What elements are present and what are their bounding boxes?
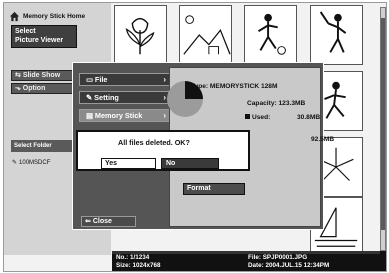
home-icon: [9, 11, 20, 21]
menu-memory-stick-label: Memory Stick: [94, 111, 143, 120]
menu-item-file[interactable]: ▭ File ›: [79, 73, 171, 86]
file-date: Date: 2004.JUL.15 12:34PM: [248, 262, 330, 269]
close-label: Close: [92, 218, 112, 225]
slide-show-icon: ⇆: [15, 72, 23, 79]
select-folder-button[interactable]: Select Folder: [11, 140, 74, 152]
image-size: Size: 1024x768: [116, 262, 161, 269]
mode-title-box: Select Picture Viewer: [11, 25, 77, 48]
picture-viewer-screen: Memory Stick Home Select Picture Viewer …: [3, 2, 387, 272]
close-button[interactable]: ⇐ Close: [81, 216, 136, 227]
option-icon: ⬎: [15, 85, 23, 92]
mode-title-line-1: Select: [15, 28, 36, 35]
baseball-player-icon: [319, 11, 347, 53]
menu-item-setting[interactable]: ✎ Setting ›: [79, 91, 171, 104]
slide-show-button[interactable]: ⇆ Slide Show: [11, 70, 77, 81]
thumbnail-landscape[interactable]: [179, 5, 232, 65]
image-number: No.: 1/1234: [116, 254, 150, 261]
used-label: Used:: [252, 114, 271, 121]
status-left: No.: 1/1234 Size: 1024x768: [116, 254, 160, 270]
house-icon: [183, 15, 231, 55]
tulip-icon: [125, 17, 155, 55]
dialog-message: All files deleted. OK?: [118, 138, 190, 147]
used-swatch: [245, 114, 250, 119]
vertical-scrollbar[interactable]: [380, 7, 386, 251]
scrollbar-thumb[interactable]: [381, 18, 385, 230]
memory-stick-icon: ▤: [86, 111, 95, 120]
folder-name: 100MSDCF: [19, 159, 51, 166]
soccer-player-icon: [257, 13, 286, 55]
back-arrow-icon: ⇐: [85, 218, 93, 225]
used-value: 30.8MB: [297, 114, 321, 121]
slide-show-label: Slide Show: [22, 72, 61, 79]
home-label: Memory Stick Home: [23, 12, 86, 20]
status-bar: No.: 1/1234 Size: 1024x768 File: SPJP000…: [112, 251, 386, 271]
file-icon: ▭: [86, 75, 95, 84]
used-label-row: Used:: [245, 114, 270, 121]
folder-icon: ✎: [12, 160, 18, 166]
option-button[interactable]: ⬎ Option: [11, 83, 77, 94]
menu-item-memory-stick[interactable]: ▤ Memory Stick ›: [79, 109, 171, 122]
thumbnail-tulip[interactable]: [114, 5, 167, 65]
no-button[interactable]: No: [161, 158, 219, 169]
free-value: 92.5MB: [311, 136, 335, 143]
menu-setting-label: Setting: [94, 93, 119, 102]
memory-stick-home-row[interactable]: Memory Stick Home: [9, 8, 85, 24]
folder-item[interactable]: ✎ 100MSDCF: [12, 159, 51, 167]
memory-capacity: Capacity: 123.3MB: [247, 100, 306, 107]
menu-file-label: File: [94, 75, 108, 84]
thumbnail-baseball[interactable]: [310, 5, 363, 65]
thumbnail-soccer[interactable]: [244, 5, 297, 65]
mode-title-line-2: Picture Viewer: [15, 37, 64, 44]
file-name: File: SPJP0001.JPG: [248, 254, 308, 261]
status-right: File: SPJP0001.JPG Date: 2004.JUL.15 12:…: [248, 254, 329, 270]
option-label: Option: [22, 85, 46, 92]
memory-type: Type: MEMORYSTICK 128M: [191, 83, 278, 90]
yes-button[interactable]: Yes: [101, 158, 156, 169]
format-button[interactable]: Format: [183, 183, 245, 195]
wrench-icon: ✎: [86, 93, 95, 102]
